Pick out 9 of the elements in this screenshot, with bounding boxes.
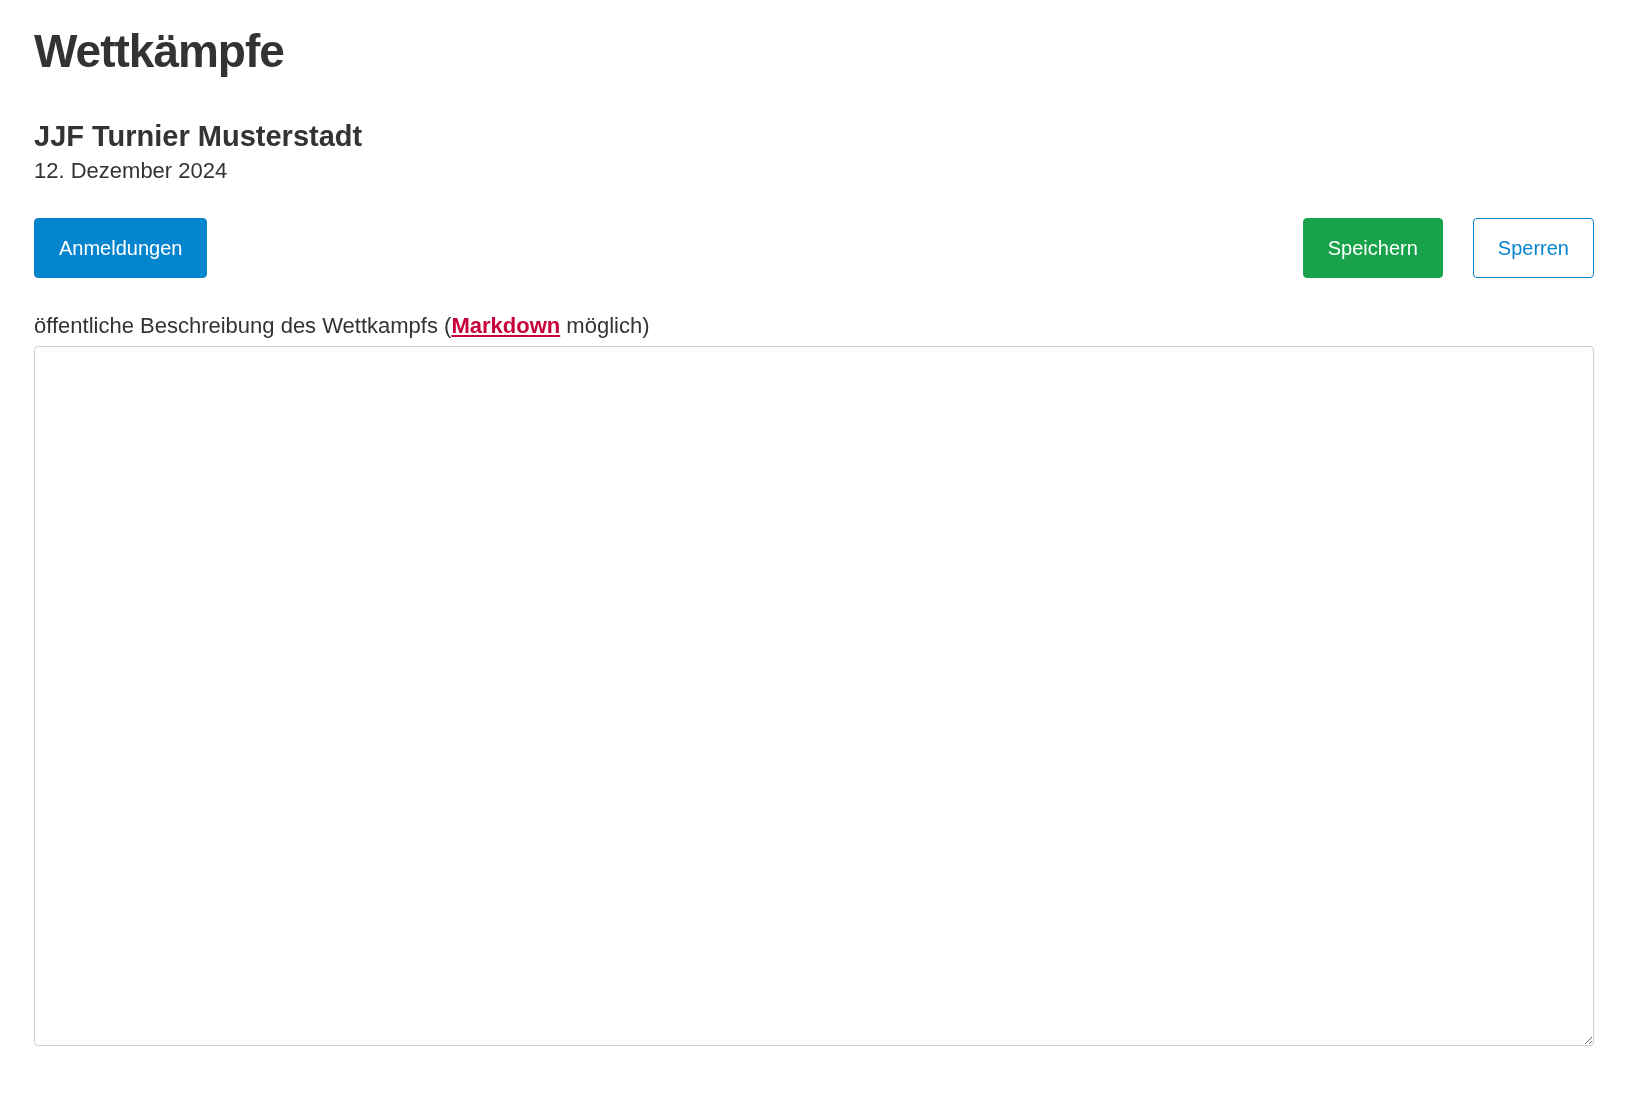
markdown-link[interactable]: Markdown [451, 313, 561, 338]
description-label: öffentliche Beschreibung des Wettkampfs (Markdown möglich) [34, 312, 651, 340]
description-field[interactable] [34, 346, 1594, 1046]
lock-button[interactable]: Sperren [1472, 218, 1594, 278]
competition-date: 12. Dezember 2024 [34, 157, 229, 185]
competition-name: JJF Turnier Musterstadt [34, 119, 364, 154]
page-title: Wettkämpfe [34, 24, 285, 79]
save-button[interactable]: Speichern [1302, 218, 1443, 278]
registrations-button[interactable]: Anmeldungen [34, 218, 208, 278]
